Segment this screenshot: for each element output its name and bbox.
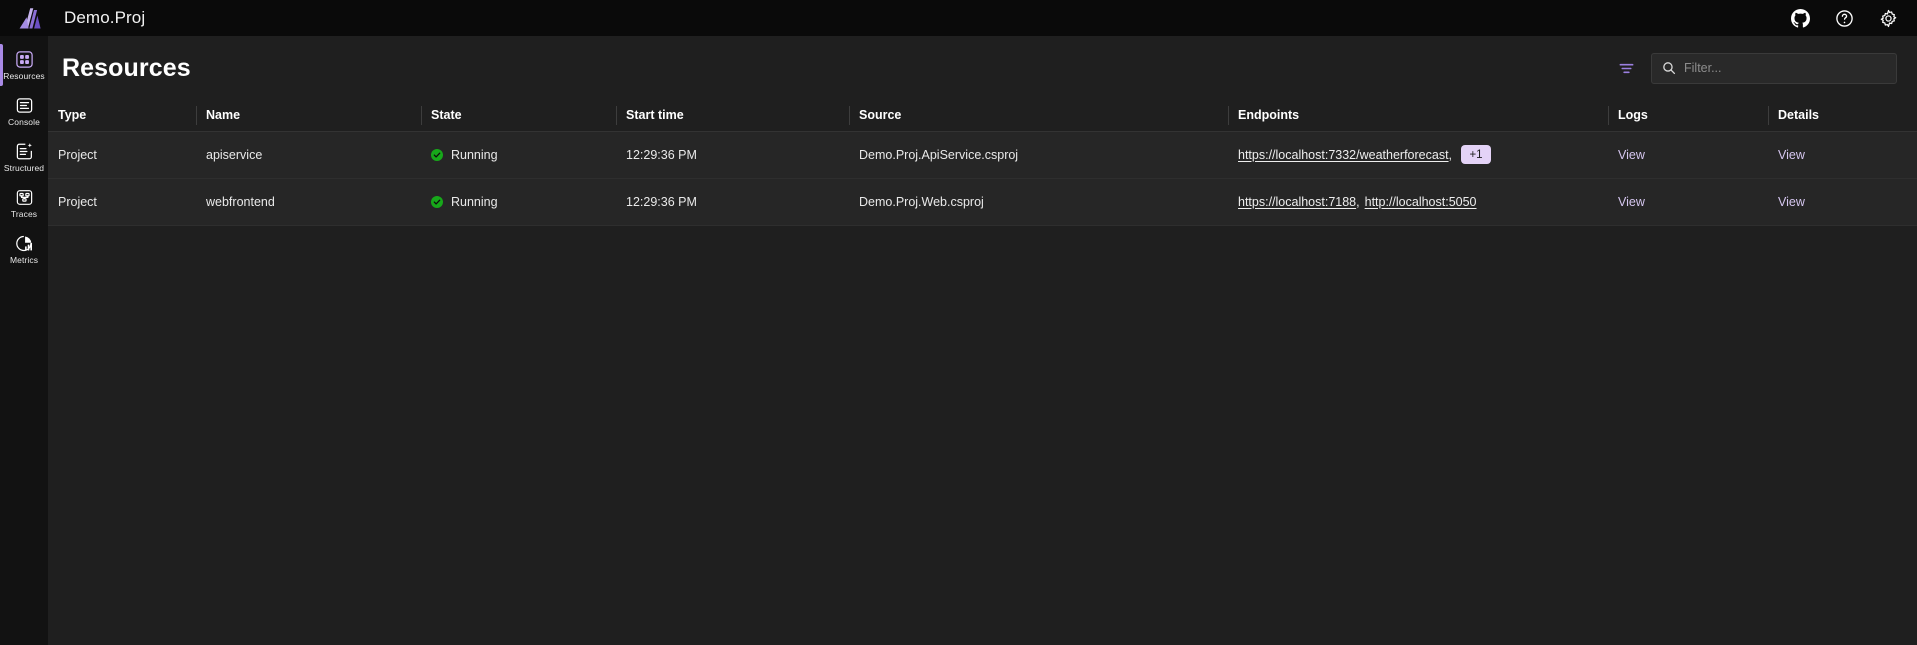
search-box[interactable] (1651, 52, 1897, 84)
table-row[interactable]: Project webfrontend Running 12:29:36 PM … (48, 178, 1917, 226)
cell-source: Demo.Proj.ApiService.csproj (849, 131, 1228, 179)
page-header: Resources (48, 36, 1917, 100)
sidebar-item-structured[interactable]: Structured (0, 134, 48, 180)
table-header-row: Type Name State Start time Source Endpoi… (48, 100, 1917, 132)
sidebar-item-metrics[interactable]: Metrics (0, 226, 48, 272)
status-badge: Running (431, 132, 616, 178)
aspire-dashboard: Demo.Proj Resources Console Structured T… (0, 0, 1917, 645)
column-header-name[interactable]: Name (196, 100, 421, 132)
endpoint-separator: , (1356, 194, 1360, 209)
sidebar-item-traces[interactable]: Traces (0, 180, 48, 226)
cell-type: Project (48, 178, 196, 226)
aspire-logo (8, 1, 52, 35)
running-status-icon (431, 195, 443, 208)
details-view-link[interactable]: View (1778, 195, 1805, 209)
cell-endpoints: https://localhost:7188, http://localhost… (1228, 178, 1608, 226)
cell-state: Running (421, 178, 616, 226)
cell-type: Project (48, 131, 196, 179)
cell-name: apiservice (196, 131, 421, 179)
cell-logs: View (1608, 131, 1768, 179)
resources-grid-icon (14, 49, 34, 69)
running-status-icon (431, 148, 443, 161)
column-header-endpoints[interactable]: Endpoints (1228, 100, 1608, 132)
cell-endpoints: https://localhost:7332/weatherforecast, … (1228, 131, 1608, 179)
endpoint-link[interactable]: https://localhost:7188 (1238, 195, 1356, 209)
column-header-details[interactable]: Details (1768, 100, 1917, 132)
main-content: Resources Filter... Type Name State Star… (48, 36, 1917, 645)
app-title: Demo.Proj (64, 8, 146, 27)
table-head: Type Name State Start time Source Endpoi… (48, 100, 1917, 132)
sidebar-item-resources[interactable]: Resources (0, 42, 48, 88)
cell-state: Running (421, 131, 616, 179)
sidebar-item-label: Console (8, 117, 40, 127)
traces-icon (14, 187, 34, 207)
status-badge: Running (431, 179, 616, 225)
table-empty-space (48, 225, 1917, 645)
structured-logs-icon (14, 141, 34, 161)
endpoint-link[interactable]: http://localhost:5050 (1365, 195, 1477, 209)
metrics-chart-icon (14, 233, 34, 253)
sidebar-item-label: Structured (3, 163, 45, 173)
cell-name: webfrontend (196, 178, 421, 226)
search-icon (1661, 61, 1676, 76)
table-body: Project apiservice Running 12:29:36 PM D… (48, 131, 1917, 226)
filter-icon[interactable] (1615, 57, 1637, 79)
search-input[interactable] (1684, 61, 1887, 75)
state-label: Running (451, 194, 498, 209)
github-icon[interactable] (1789, 7, 1811, 29)
top-bar: Demo.Proj (0, 0, 1917, 36)
column-header-start-time[interactable]: Start time (616, 100, 849, 132)
endpoints-more-badge[interactable]: +1 (1461, 145, 1492, 164)
endpoint-separator: , (1448, 147, 1453, 162)
logs-view-link[interactable]: View (1618, 148, 1645, 162)
resources-table-region: Type Name State Start time Source Endpoi… (48, 100, 1917, 645)
state-label: Running (451, 147, 498, 162)
sidebar-item-console[interactable]: Console (0, 88, 48, 134)
cell-start-time: 12:29:36 PM (616, 131, 849, 179)
body-wrapper: Resources Console Structured Traces Metr… (0, 36, 1917, 645)
sidebar-item-label: Traces (10, 209, 38, 219)
endpoints-list: https://localhost:7332/weatherforecast, … (1238, 132, 1608, 178)
column-header-state[interactable]: State (421, 100, 616, 132)
topbar-actions (1789, 7, 1899, 29)
brand: Demo.Proj (8, 1, 145, 35)
endpoint-link[interactable]: https://localhost:7332/weatherforecast (1238, 148, 1449, 162)
cell-start-time: 12:29:36 PM (616, 178, 849, 226)
table-row[interactable]: Project apiservice Running 12:29:36 PM D… (48, 131, 1917, 179)
cell-source: Demo.Proj.Web.csproj (849, 178, 1228, 226)
settings-gear-icon[interactable] (1877, 7, 1899, 29)
sidebar-item-label: Resources (3, 71, 45, 81)
cell-details: View (1768, 131, 1917, 179)
resources-table: Type Name State Start time Source Endpoi… (48, 100, 1917, 226)
sidebar-item-label: Metrics (9, 255, 39, 265)
logs-view-link[interactable]: View (1618, 195, 1645, 209)
cell-details: View (1768, 178, 1917, 226)
sidebar: Resources Console Structured Traces Metr… (0, 36, 48, 645)
cell-logs: View (1608, 178, 1768, 226)
column-header-type[interactable]: Type (48, 100, 196, 132)
details-view-link[interactable]: View (1778, 148, 1805, 162)
column-header-source[interactable]: Source (849, 100, 1228, 132)
header-tools (1615, 52, 1897, 84)
console-logs-icon (14, 95, 34, 115)
help-icon[interactable] (1833, 7, 1855, 29)
endpoints-list: https://localhost:7188, http://localhost… (1238, 179, 1608, 225)
column-header-logs[interactable]: Logs (1608, 100, 1768, 132)
page-title: Resources (62, 53, 191, 82)
